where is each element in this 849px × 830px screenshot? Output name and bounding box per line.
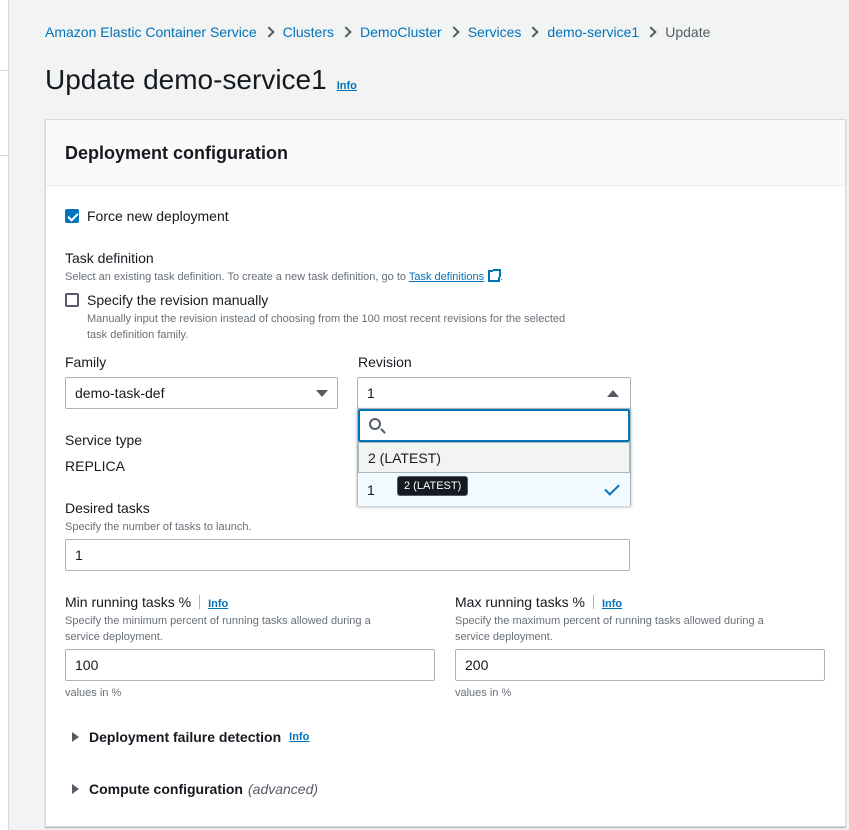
chevron-right-icon (448, 26, 460, 38)
caret-down-icon (316, 390, 328, 397)
breadcrumb-cluster[interactable]: DemoCluster (360, 24, 442, 40)
family-select[interactable]: demo-task-def (65, 377, 338, 409)
breadcrumb-services[interactable]: Services (468, 24, 522, 40)
max-running-input[interactable]: 200 (455, 649, 825, 681)
specify-revision-manually-checkbox[interactable] (65, 293, 79, 307)
min-running-desc-line1: Specify the minimum percent of running t… (65, 615, 371, 627)
revision-search-input[interactable] (358, 409, 630, 442)
breadcrumb-ecs[interactable]: Amazon Elastic Container Service (45, 24, 257, 40)
min-running-input[interactable]: 100 (65, 649, 435, 681)
max-running-desc-line2: service deployment. (455, 631, 553, 643)
max-running-header: Max running tasks % Info (455, 594, 622, 610)
specify-revision-manually-label: Specify the revision manually (87, 292, 269, 308)
compute-configuration-label: Compute configuration (89, 781, 243, 797)
breadcrumb-current: Update (665, 24, 711, 40)
task-definition-desc-text: Select an existing task definition. To c… (65, 271, 409, 283)
service-type-label: Service type (65, 432, 143, 448)
specify-revision-manually-desc-line1: Manually input the revision instead of c… (87, 313, 566, 325)
breadcrumb-clusters[interactable]: Clusters (283, 24, 334, 40)
min-running-header: Min running tasks % Info (65, 594, 228, 610)
check-icon (604, 480, 620, 496)
family-select-value: demo-task-def (75, 385, 165, 401)
breadcrumb-service[interactable]: demo-service1 (547, 24, 639, 40)
revision-tooltip: 2 (LATEST) (397, 476, 469, 496)
force-new-deployment-checkbox[interactable] (65, 209, 79, 223)
panel-header: Deployment configuration (46, 120, 845, 186)
task-definition-label: Task definition (65, 250, 154, 266)
revision-label: Revision (358, 354, 412, 370)
min-running-value: 100 (75, 657, 99, 673)
page-info-link[interactable]: Info (337, 80, 357, 92)
specify-revision-manually-desc-line2: task definition family. (87, 329, 189, 341)
max-running-desc-line1: Specify the maximum percent of running t… (455, 615, 764, 627)
compute-configuration-expander[interactable]: Compute configuration (advanced) (72, 781, 318, 797)
min-running-info-link[interactable]: Info (208, 598, 228, 610)
divider (199, 595, 201, 609)
family-label: Family (65, 354, 107, 370)
deployment-failure-detection-expander[interactable]: Deployment failure detection Info (72, 729, 309, 745)
page-title-text: Update demo-service1 (45, 64, 327, 95)
desired-tasks-value: 1 (75, 547, 83, 563)
task-definition-description: Select an existing task definition. To c… (65, 269, 503, 285)
revision-select-value: 1 (367, 385, 375, 401)
left-rail (0, 0, 9, 830)
divider (592, 595, 594, 609)
revision-select[interactable]: 1 (357, 377, 631, 409)
min-running-label: Min running tasks % (65, 594, 192, 610)
deployment-failure-info-link[interactable]: Info (289, 731, 309, 743)
revision-option-latest-label: 2 (LATEST) (368, 450, 441, 466)
rail-divider (0, 70, 9, 71)
max-running-value: 200 (465, 657, 489, 673)
chevron-right-icon (340, 26, 352, 38)
service-type-value: REPLICA (65, 458, 125, 474)
desired-tasks-input[interactable]: 1 (65, 539, 630, 571)
panel-title: Deployment configuration (65, 143, 289, 163)
task-definitions-link[interactable]: Task definitions (409, 271, 484, 283)
max-running-label: Max running tasks % (455, 594, 585, 610)
external-link-icon[interactable] (488, 269, 502, 282)
min-running-desc-line2: service deployment. (65, 631, 163, 643)
desired-tasks-label: Desired tasks (65, 500, 150, 516)
revision-option-latest[interactable]: 2 (LATEST) (358, 442, 630, 473)
breadcrumb: Amazon Elastic Container Service Cluster… (45, 24, 710, 40)
chevron-right-icon (262, 26, 275, 38)
caret-up-icon (607, 390, 619, 397)
caret-right-icon (72, 732, 79, 742)
caret-right-icon (72, 784, 79, 794)
revision-option-1-label: 1 (367, 482, 375, 498)
compute-configuration-suffix: (advanced) (248, 781, 319, 797)
rail-divider (0, 155, 9, 156)
chevron-right-icon (527, 26, 540, 38)
min-running-hint: values in % (65, 687, 122, 699)
max-running-info-link[interactable]: Info (602, 598, 622, 610)
force-new-deployment-label: Force new deployment (87, 208, 229, 224)
page-title: Update demo-service1 Info (45, 64, 357, 96)
desired-tasks-description: Specify the number of tasks to launch. (65, 521, 252, 533)
search-icon (369, 418, 381, 430)
deployment-failure-detection-label: Deployment failure detection (89, 729, 282, 745)
max-running-hint: values in % (455, 687, 512, 699)
chevron-right-icon (645, 26, 657, 38)
